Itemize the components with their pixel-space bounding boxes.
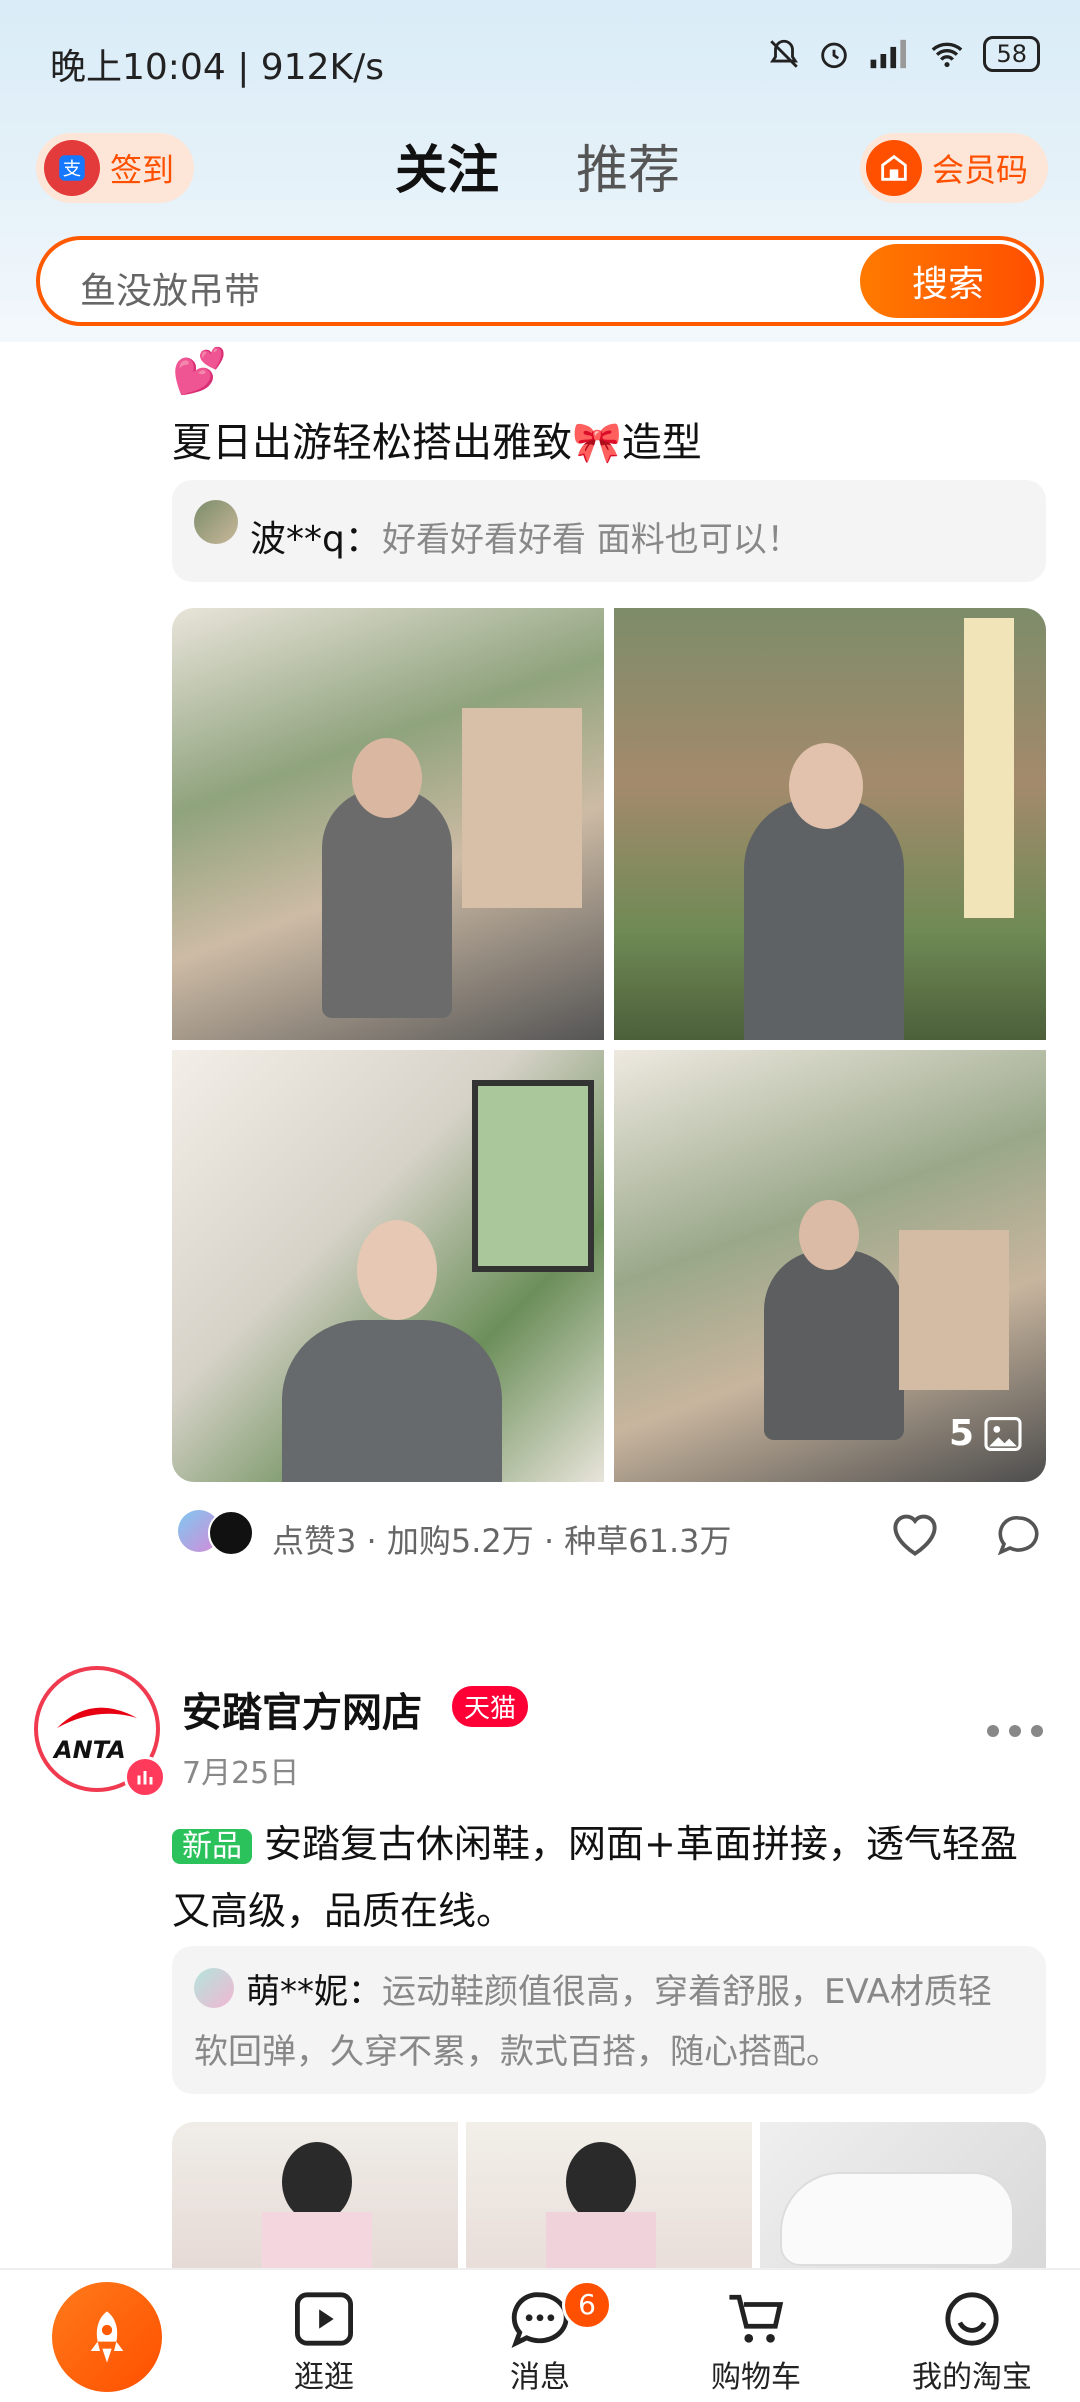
more-dot [1031,1725,1043,1737]
post1-photo-4[interactable]: 5 [614,1050,1046,1482]
new-tag: 新品 [172,1828,252,1864]
photo-painting [899,1230,1009,1390]
search-button[interactable]: 搜索 [860,244,1036,318]
shop-name[interactable]: 安踏官方网店 [182,1680,422,1738]
alipay-icon: 支 [44,140,100,196]
photo-count-badge: 5 [949,1413,1022,1454]
member-code-button[interactable]: 会员码 [860,133,1049,203]
shopping-cart-icon [729,2294,784,2343]
store-icon [866,140,922,196]
battery-indicator: 58 [983,36,1040,72]
photo-face [352,738,422,818]
bottom-nav: 逛逛 消息 6 购物车 我的淘宝 [0,2268,1080,2402]
post1-photo-2[interactable] [614,608,1046,1040]
post2-photo-2[interactable] [466,2122,752,2282]
message-count-badge: 6 [562,2280,612,2330]
mute-bell-icon [770,39,799,68]
post2-description[interactable]: 新品 安踏复古休闲鞋，网面+革面拼接，透气轻盈又高级，品质在线。 [172,1812,1048,1943]
post1-emoji: 💕 [172,346,227,397]
liker-avatar-2 [208,1510,254,1556]
smiley-face-icon [945,2292,999,2346]
photo-figure [282,1320,502,1482]
nav-label: 逛逛 [294,2360,354,2395]
status-icons: 58 [767,36,1040,72]
like-heart-icon[interactable] [888,1510,942,1558]
photo-count: 5 [948,1413,974,1454]
signal-icon [871,39,907,69]
nav-label: 购物车 [711,2360,801,2395]
rocket-icon [90,2311,124,2363]
post1-photo-3[interactable] [172,1050,604,1482]
more-dot [1009,1725,1021,1737]
post1-comment[interactable]: 波**q： 好看好看好看 面料也可以！ [172,480,1046,582]
photo-figure [322,788,452,1018]
tab-recommend[interactable]: 推荐 [576,128,680,203]
post1-title[interactable]: 夏日出游轻松搭出雅致🎀造型 [172,410,702,468]
wifi-icon [932,42,963,68]
photo-figure [566,2142,636,2222]
photo-face [357,1220,437,1320]
commenter-avatar [194,500,238,544]
nav-guangguang[interactable]: 逛逛 [254,2290,394,2396]
nav-label: 消息 [510,2360,570,2395]
photo-painting [462,708,582,908]
post2-comment-user: 萌**妮： [246,1972,382,2012]
nav-my-taobao[interactable]: 我的淘宝 [902,2290,1042,2396]
comment-icon[interactable] [994,1512,1044,1560]
photo-figure [744,798,904,1040]
gallery-icon [984,1416,1022,1451]
photo-lantern [964,618,1014,918]
post2-comment[interactable]: 萌**妮：运动鞋颜值很高，穿着舒服，EVA材质轻软回弹，久穿不累，款式百搭，随心… [172,1946,1046,2094]
more-options-button[interactable] [982,1722,1048,1741]
photo-figure [282,2142,352,2222]
anta-logo-icon [57,1707,137,1728]
post2-photo-3[interactable] [760,2122,1046,2282]
nav-home-button[interactable] [52,2282,162,2392]
checkin-label: 签到 [110,151,175,189]
photo-window [472,1080,594,1272]
svg-text:支: 支 [63,159,81,180]
play-video-icon [295,2292,353,2346]
post1-stats: 点赞3 · 加购5.2万 · 种草61.3万 [272,1522,732,1560]
search-input[interactable]: 鱼没放吊带 [80,262,260,314]
shop-logo-text: ANTA [54,1736,126,1764]
alarm-icon [821,42,848,69]
photo-shoe [780,2172,1014,2266]
nav-label: 我的淘宝 [912,2360,1032,2395]
photo-figure [764,1250,904,1440]
post1-photo-1[interactable] [172,608,604,1040]
post2-date: 7月25日 [182,1756,300,1791]
photo-face [789,743,863,829]
post1-comment-text: 好看好看好看 面料也可以！ [382,520,801,560]
post1-comment-user: 波**q： [250,519,381,560]
shop-avatar[interactable]: ANTA [34,1666,166,1798]
tmall-badge: 天猫 [452,1686,529,1727]
checkin-button[interactable]: 支 签到 [36,133,195,203]
nav-cart[interactable]: 购物车 [686,2290,826,2396]
post2-desc-text: 安踏复古休闲鞋，网面+革面拼接，透气轻盈又高级，品质在线。 [172,1822,1018,1933]
post2-comment-body: 萌**妮：运动鞋颜值很高，穿着舒服，EVA材质轻软回弹，久穿不累，款式百搭，随心… [194,1962,1024,2082]
status-time: 晚上10:04 | 912K/s [50,47,384,88]
photo-face [799,1200,859,1270]
post2-photo-1[interactable] [172,2122,458,2282]
tab-following[interactable]: 关注 [395,128,499,203]
live-badge-icon [124,1756,166,1798]
member-code-label: 会员码 [932,151,1029,189]
nav-messages[interactable]: 消息 6 [470,2280,612,2396]
search-bar[interactable]: 鱼没放吊带 搜索 [36,236,1044,326]
more-dot [987,1725,999,1737]
